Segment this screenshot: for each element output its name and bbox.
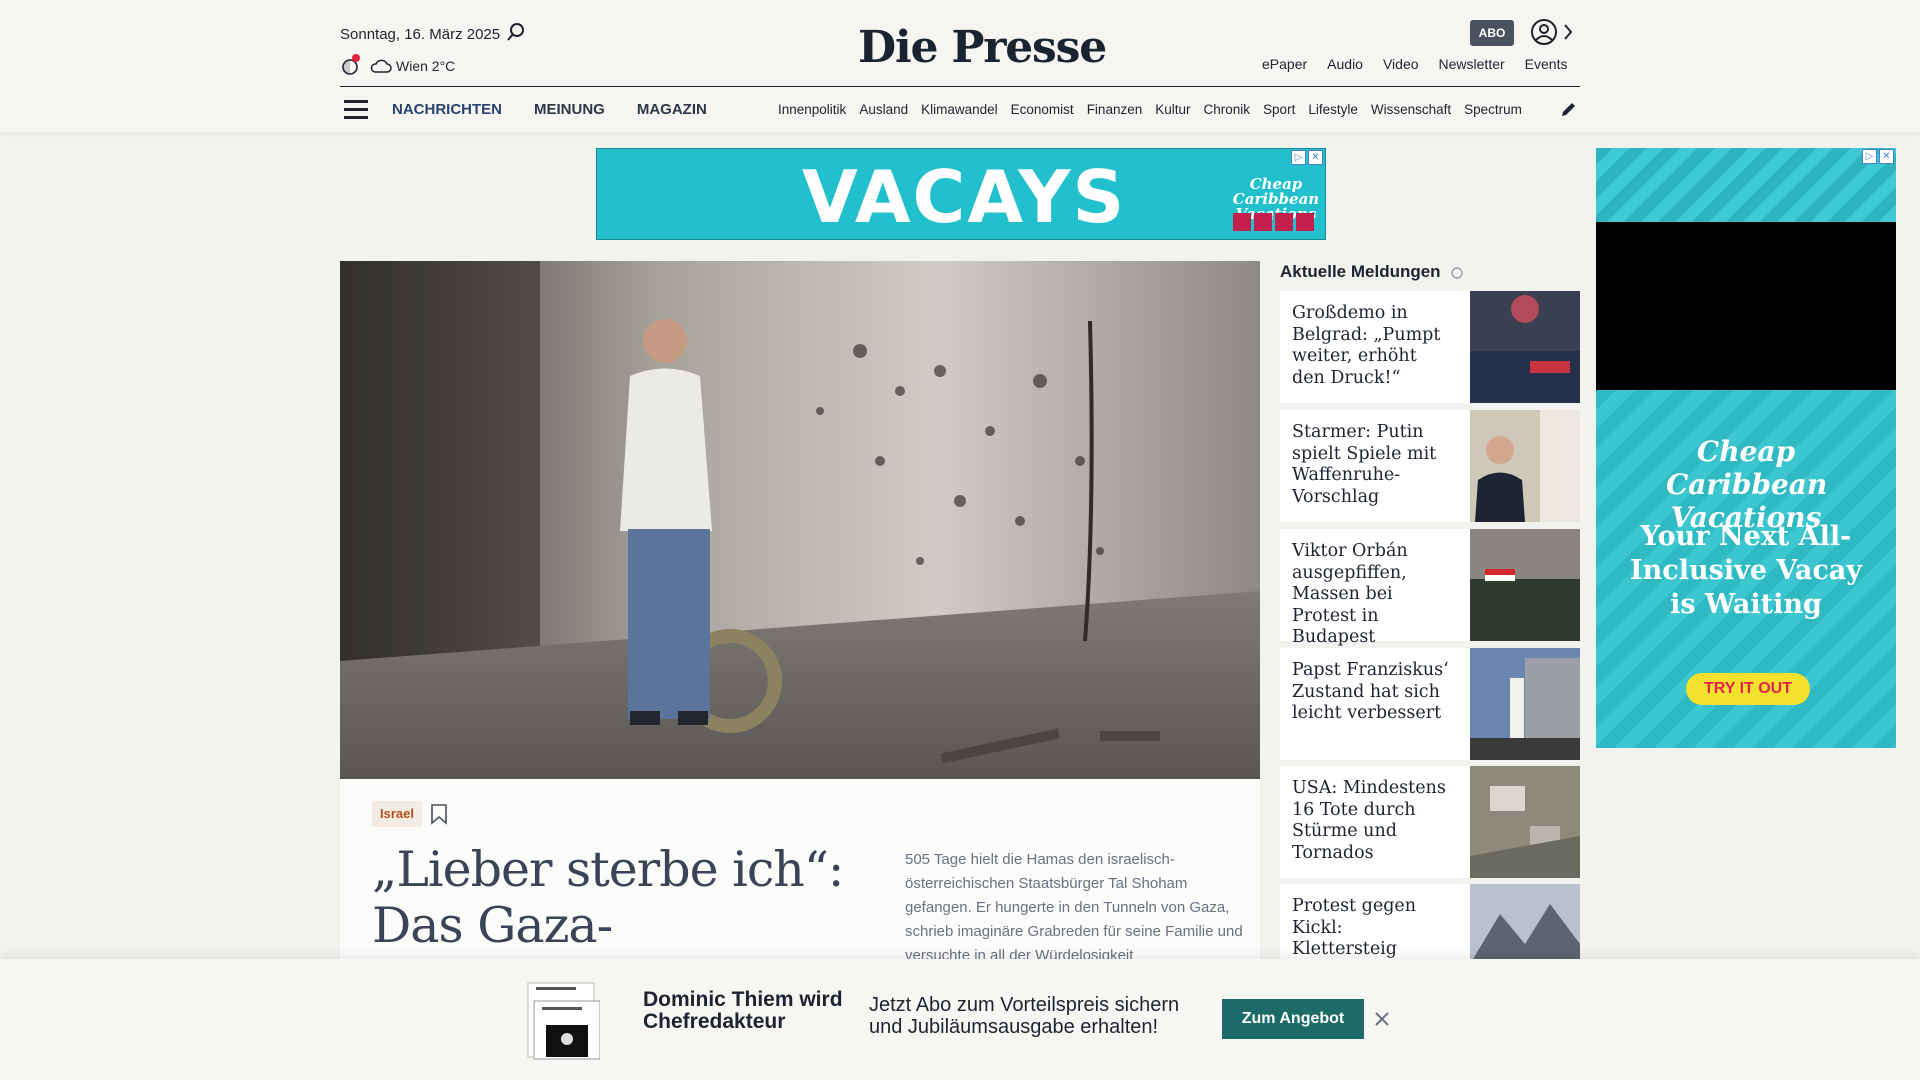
nav-nachrichten[interactable]: NACHRICHTEN <box>392 101 502 118</box>
adchoices-icon[interactable]: ▷ <box>1862 149 1877 164</box>
pause-icon[interactable] <box>1233 213 1251 231</box>
list-item-title: Starmer: Putin spielt Spiele mit Waffenr… <box>1292 422 1437 507</box>
link-audio[interactable]: Audio <box>1327 56 1363 72</box>
site-logo[interactable]: Die Presse <box>858 22 1107 73</box>
pen-icon[interactable] <box>1560 100 1578 118</box>
list-item-thumbnail <box>1470 291 1580 403</box>
search-icon[interactable] <box>506 22 526 42</box>
link-video[interactable]: Video <box>1383 56 1419 72</box>
list-item-thumbnail <box>1470 410 1580 522</box>
side-ad-body: Cheap Caribbean Vacations Your Next All-… <box>1596 390 1896 748</box>
hero-image[interactable] <box>340 261 1260 779</box>
weather-text: Wien 2°C <box>396 58 456 74</box>
nav-economist[interactable]: Economist <box>1011 102 1074 117</box>
offer-button[interactable]: Zum Angebot <box>1222 999 1364 1039</box>
link-newsletter[interactable]: Newsletter <box>1439 56 1505 72</box>
nav-magazin[interactable]: MAGAZIN <box>637 101 707 118</box>
notification-dot <box>352 54 360 62</box>
side-ad-video[interactable] <box>1596 222 1896 390</box>
banner-ad-controls <box>1233 213 1314 231</box>
ad-close-icon[interactable]: ✕ <box>1879 149 1894 164</box>
nav-chronik[interactable]: Chronik <box>1204 102 1251 117</box>
list-item[interactable]: USA: Mindestens 16 Tote durch Stürme und… <box>1280 766 1580 878</box>
list-item-thumbnail <box>1470 529 1580 641</box>
link-epaper[interactable]: ePaper <box>1262 56 1307 72</box>
rail-title: Aktuelle Meldungen <box>1280 262 1441 281</box>
list-item-thumbnail <box>1470 766 1580 878</box>
banner-ad-brand: Cheap Caribbean Vacations <box>1232 175 1320 222</box>
nav-meinung[interactable]: MEINUNG <box>534 101 605 118</box>
abo-button[interactable]: ABO <box>1470 20 1514 46</box>
side-ad-cta-button[interactable]: TRY IT OUT <box>1686 673 1810 705</box>
section-nav: Innenpolitik Ausland Klimawandel Economi… <box>778 102 1540 117</box>
nav-finanzen[interactable]: Finanzen <box>1087 102 1143 117</box>
nav-spectrum[interactable]: Spectrum <box>1464 102 1522 117</box>
mute-icon[interactable] <box>1296 213 1314 231</box>
side-ad-pattern <box>1596 148 1896 222</box>
newspaper-thumbnail <box>527 982 600 1060</box>
list-item-thumbnail <box>1470 648 1580 760</box>
nav-ausland[interactable]: Ausland <box>859 102 908 117</box>
header-divider <box>340 86 1580 87</box>
side-ad[interactable]: Cheap Caribbean Vacations Your Next All-… <box>1596 148 1896 748</box>
top-links: ePaper Audio Video Newsletter Events <box>1262 56 1567 72</box>
close-icon[interactable] <box>1372 1009 1392 1029</box>
menu-icon[interactable] <box>344 100 368 120</box>
main-nav: NACHRICHTEN MEINUNG MAGAZIN <box>392 101 707 118</box>
list-item-title: Viktor Orbán ausgepfiffen, Massen bei Pr… <box>1292 541 1408 647</box>
stop-icon[interactable] <box>1254 213 1272 231</box>
side-ad-headline: Your Next All-Inclusive Vacay is Waiting <box>1630 521 1862 620</box>
adchoices-icon[interactable]: ▷ <box>1291 150 1306 165</box>
banner-ad[interactable]: VACAYS Cheap Caribbean Vacations ▷ ✕ <box>596 148 1326 240</box>
nav-klimawandel[interactable]: Klimawandel <box>921 102 998 117</box>
nav-sport[interactable]: Sport <box>1263 102 1295 117</box>
adchoices: ▷ ✕ <box>1291 150 1323 165</box>
list-item-title: Großdemo in Belgrad: „Pumpt weiter, erhö… <box>1292 303 1441 388</box>
nav-innenpolitik[interactable]: Innenpolitik <box>778 102 846 117</box>
nav-lifestyle[interactable]: Lifestyle <box>1308 102 1358 117</box>
list-item[interactable]: Starmer: Putin spielt Spiele mit Waffenr… <box>1280 410 1580 522</box>
article-tag[interactable]: Israel <box>372 801 422 827</box>
cloud-icon <box>370 59 392 73</box>
list-item[interactable]: Papst Franziskus‘ Zustand hat sich leich… <box>1280 648 1580 760</box>
bookmark-icon[interactable] <box>430 803 448 825</box>
nav-wissenschaft[interactable]: Wissenschaft <box>1371 102 1451 117</box>
list-item[interactable]: Großdemo in Belgrad: „Pumpt weiter, erhö… <box>1280 291 1580 403</box>
ad-close-icon[interactable]: ✕ <box>1308 150 1323 165</box>
promo-headline: Dominic Thiem wird Chefredakteur <box>643 988 843 1033</box>
side-adchoices: ▷ ✕ <box>1862 149 1894 164</box>
banner-ad-text: VACAYS <box>802 155 1127 239</box>
hero-photo <box>340 261 1260 779</box>
link-events[interactable]: Events <box>1525 56 1568 72</box>
nav-kultur[interactable]: Kultur <box>1155 102 1190 117</box>
replay-icon[interactable] <box>1275 213 1293 231</box>
user-icon[interactable] <box>1530 18 1558 46</box>
list-item[interactable]: Viktor Orbán ausgepfiffen, Massen bei Pr… <box>1280 529 1580 647</box>
list-item-title: USA: Mindestens 16 Tote durch Stürme und… <box>1292 778 1446 863</box>
header-date: Sonntag, 16. März 2025 <box>340 26 501 43</box>
list-item-title: Papst Franziskus‘ Zustand hat sich leich… <box>1292 660 1449 723</box>
chevron-right-icon[interactable] <box>1562 22 1574 42</box>
subscription-banner: Dominic Thiem wird Chefredakteur Jetzt A… <box>0 959 1920 1080</box>
promo-offer-text: Jetzt Abo zum Vorteilspreis sichern und … <box>869 994 1180 1038</box>
feed-icon <box>1451 267 1463 279</box>
article-teaser: 505 Tage hielt die Hamas den israelisch-… <box>905 851 1243 964</box>
